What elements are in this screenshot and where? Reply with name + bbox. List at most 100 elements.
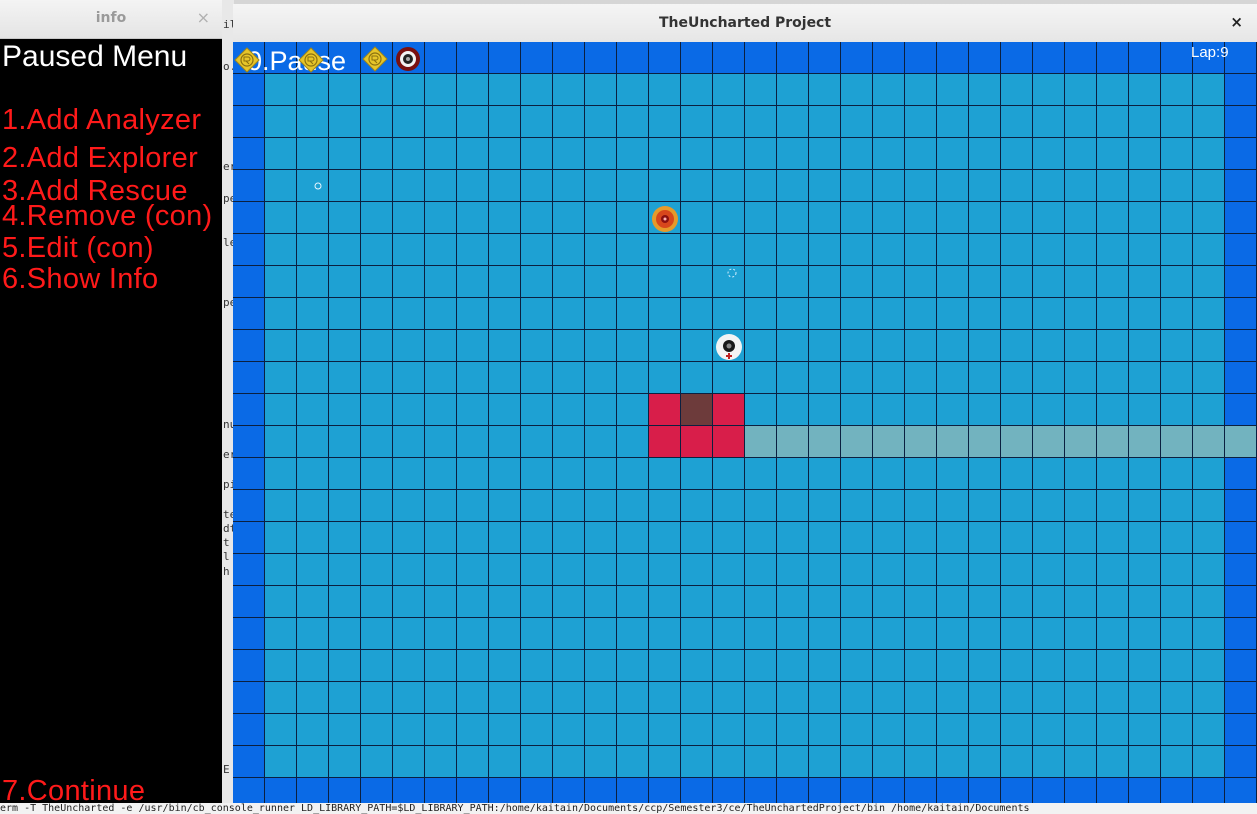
map-border-cell	[1225, 490, 1257, 522]
map-cell	[1097, 586, 1129, 618]
game-close-button[interactable]: ×	[1230, 13, 1243, 31]
map-cell	[585, 74, 617, 106]
map-cell	[457, 618, 489, 650]
map-cell	[1129, 330, 1161, 362]
info-titlebar[interactable]: info ×	[0, 0, 222, 39]
map-cell	[265, 202, 297, 234]
lap-counter: Lap:9	[1191, 44, 1229, 61]
map-cell	[425, 650, 457, 682]
map-cell	[873, 74, 905, 106]
map-cell	[553, 298, 585, 330]
menu-item-show-info[interactable]: 6.Show Info	[2, 263, 158, 296]
white-rescue-robot-icon[interactable]	[714, 332, 744, 364]
map-cell	[1161, 362, 1193, 394]
map-border-cell	[1001, 42, 1033, 74]
map-border-cell	[1225, 74, 1257, 106]
info-close-button[interactable]: ×	[197, 8, 210, 27]
map-cell	[745, 74, 777, 106]
menu-item-add-analyzer[interactable]: 1.Add Analyzer	[2, 104, 201, 137]
map-cell	[585, 138, 617, 170]
map-cell	[521, 330, 553, 362]
map-cell	[1065, 682, 1097, 714]
map-cell	[777, 458, 809, 490]
map-cell	[905, 650, 937, 682]
robot-badge-icon-1[interactable]	[234, 47, 260, 73]
map-cell	[1065, 74, 1097, 106]
map-cell	[713, 618, 745, 650]
map-cell	[969, 298, 1001, 330]
map-cell	[585, 586, 617, 618]
map-cell	[905, 170, 937, 202]
map-cell	[745, 522, 777, 554]
map-cell	[1001, 746, 1033, 778]
game-titlebar[interactable]: TheUncharted Project ×	[233, 4, 1257, 43]
map-border-cell	[233, 714, 265, 746]
map-cell	[361, 746, 393, 778]
map-cell	[1097, 618, 1129, 650]
map-cell	[969, 234, 1001, 266]
map-cell	[905, 618, 937, 650]
map-cell	[681, 522, 713, 554]
map-cell	[1129, 522, 1161, 554]
map-cell	[585, 106, 617, 138]
map-cell	[1033, 330, 1065, 362]
map-cell	[649, 522, 681, 554]
map-cell	[393, 362, 425, 394]
map-cell	[425, 490, 457, 522]
map-path-cell	[937, 426, 969, 458]
target-robot-icon[interactable]	[395, 46, 421, 72]
map-cell	[777, 714, 809, 746]
map-cell	[489, 394, 521, 426]
map-border-cell	[233, 138, 265, 170]
map-cell	[873, 362, 905, 394]
map-cell	[745, 746, 777, 778]
map-cell	[873, 746, 905, 778]
map-cell	[1033, 266, 1065, 298]
map-cell	[1033, 202, 1065, 234]
map-border-cell	[489, 42, 521, 74]
map-cell	[969, 490, 1001, 522]
map-cell	[1129, 394, 1161, 426]
map-cell	[937, 490, 969, 522]
map-cell	[489, 458, 521, 490]
map-border-cell	[1225, 330, 1257, 362]
menu-item-edit[interactable]: 5.Edit (con)	[2, 232, 154, 265]
map-cell	[265, 234, 297, 266]
map-cell	[1097, 330, 1129, 362]
map-cell	[937, 362, 969, 394]
map-border-cell	[1225, 298, 1257, 330]
map-cell	[425, 746, 457, 778]
map-cell	[649, 618, 681, 650]
map-cell	[905, 234, 937, 266]
map-cell	[905, 106, 937, 138]
orange-explorer-robot-icon[interactable]	[650, 204, 680, 234]
robot-badge-icon-3[interactable]	[362, 46, 388, 72]
map-cell	[777, 682, 809, 714]
map-cell	[681, 682, 713, 714]
robot-badge-icon-2[interactable]	[298, 47, 324, 73]
menu-item-add-explorer[interactable]: 2.Add Explorer	[2, 142, 198, 175]
map-cell	[1193, 522, 1225, 554]
map-cell	[617, 330, 649, 362]
map-grid[interactable]	[233, 42, 1257, 810]
map-cell	[297, 74, 329, 106]
map-cell	[265, 682, 297, 714]
map-border-cell	[1225, 202, 1257, 234]
map-cell	[329, 202, 361, 234]
map-cell	[777, 618, 809, 650]
map-cell	[585, 266, 617, 298]
map-cell	[361, 522, 393, 554]
map-cell	[457, 394, 489, 426]
map-cell	[425, 266, 457, 298]
map-cell	[553, 586, 585, 618]
map-border-cell	[1065, 42, 1097, 74]
map-cell	[457, 586, 489, 618]
menu-item-remove[interactable]: 4.Remove (con)	[2, 200, 213, 233]
map-cell	[521, 234, 553, 266]
map-cell	[617, 74, 649, 106]
map-cell	[745, 586, 777, 618]
map-cell	[873, 650, 905, 682]
map-cell	[553, 394, 585, 426]
map-cell	[1097, 554, 1129, 586]
map-cell	[969, 746, 1001, 778]
